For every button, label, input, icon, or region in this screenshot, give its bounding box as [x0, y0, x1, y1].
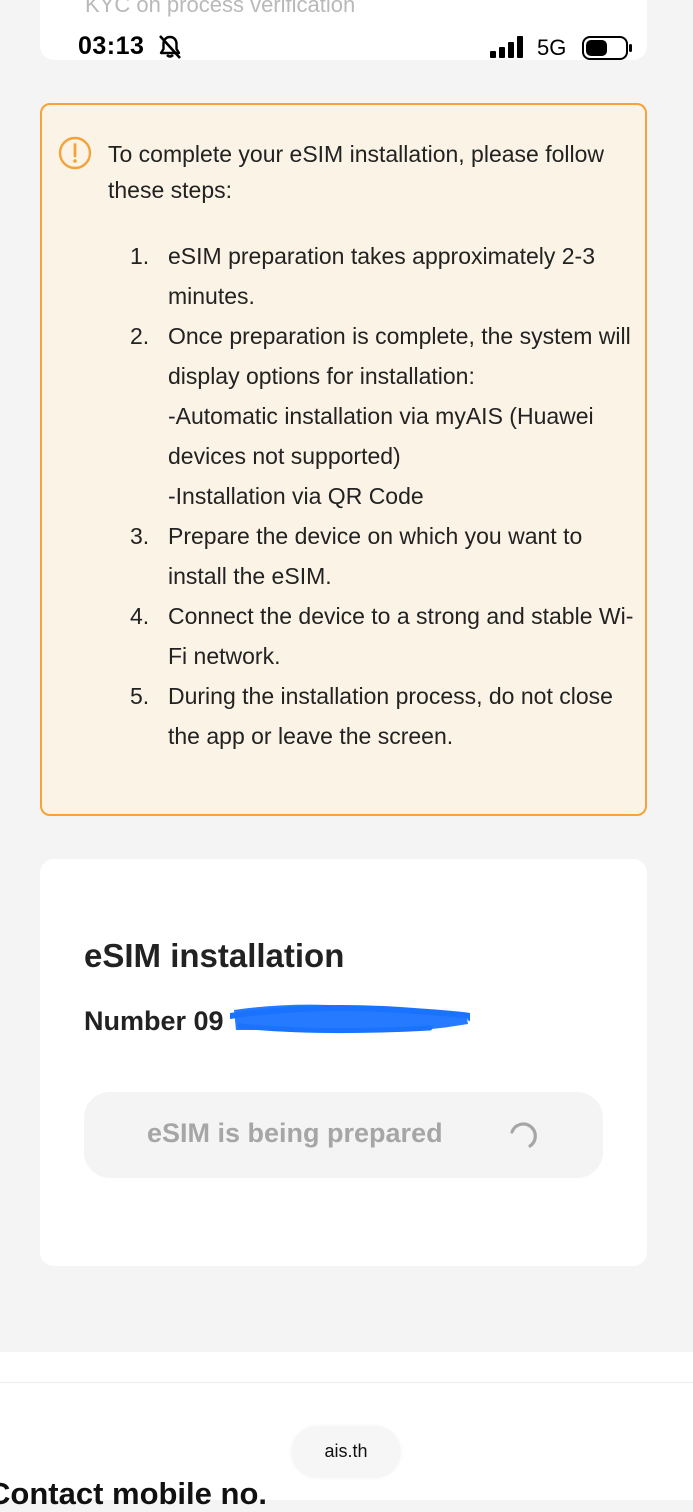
step-2: 2. Once preparation is complete, the sys… [130, 316, 640, 516]
signal-icon [490, 36, 523, 58]
step-number: 1. [130, 243, 150, 269]
battery-icon [582, 36, 632, 60]
step-text: eSIM preparation takes approximately 2-3… [168, 243, 595, 309]
step-number: 4. [130, 603, 150, 629]
step-text: Connect the device to a strong and stabl… [168, 603, 634, 669]
step-4: 4. Connect the device to a strong and st… [130, 596, 640, 676]
step-number: 3. [130, 523, 150, 549]
warning-circle-icon [58, 136, 92, 170]
status-time: 03:13 [78, 32, 145, 60]
esim-instructions-notice: To complete your eSIM installation, plea… [40, 103, 647, 816]
step-1: 1. eSIM preparation takes approximately … [130, 236, 640, 316]
step-5: 5. During the installation process, do n… [130, 676, 640, 756]
step-subtext: -Automatic installation via myAIS (Huawe… [168, 403, 594, 469]
bell-muted-icon [159, 35, 181, 59]
step-text: Prepare the device on which you want to … [168, 523, 583, 589]
step-text: Once preparation is complete, the system… [168, 323, 631, 389]
redaction-scribble [230, 1004, 470, 1034]
notice-intro: To complete your eSIM installation, plea… [108, 141, 605, 203]
esim-installation-title: eSIM installation [84, 937, 345, 974]
step-number: 2. [130, 323, 150, 349]
bottom-area: ais.th Contact mobile no. [0, 1352, 693, 1511]
loading-spinner-icon [510, 1122, 537, 1148]
top-card-faded-text: KYC on process verification [85, 0, 356, 17]
divider [0, 1382, 693, 1383]
network-type: 5G [537, 35, 567, 60]
esim-preparing-label: eSIM is being prepared [147, 1118, 443, 1148]
contact-mobile-heading: Contact mobile no. [0, 1476, 267, 1511]
phone-number: Number 09 [84, 1006, 224, 1036]
step-text: During the installation process, do not … [168, 683, 613, 749]
steps-list: 1. eSIM preparation takes approximately … [130, 236, 640, 756]
url-bar[interactable]: ais.th [292, 1426, 400, 1476]
esim-preparing-button[interactable]: eSIM is being prepared [84, 1092, 603, 1178]
step-subtext: -Installation via QR Code [168, 483, 424, 509]
status-bar: 03:13 5G [0, 28, 693, 68]
esim-installation-card: eSIM installation Number 09 eSIM is bein… [40, 859, 647, 1266]
step-3: 3. Prepare the device on which you want … [130, 516, 640, 596]
step-number: 5. [130, 683, 150, 709]
